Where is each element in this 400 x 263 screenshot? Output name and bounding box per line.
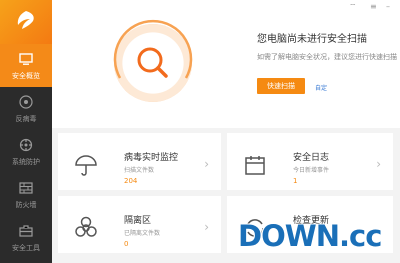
card-title: 隔离区 bbox=[124, 216, 152, 226]
card-value: 0 bbox=[124, 240, 129, 248]
wifi-icon[interactable]: ⌔ bbox=[349, 2, 357, 12]
card-value: 1 bbox=[293, 177, 298, 185]
menu-icon[interactable]: ≡ bbox=[370, 2, 377, 11]
card-label: 扫描文件数 bbox=[124, 167, 155, 174]
sidebar-item-label: 防火墙 bbox=[15, 200, 37, 209]
chevron-right-icon: › bbox=[204, 220, 209, 234]
biohazard-icon bbox=[75, 216, 97, 237]
status-title: 您电脑尚未进行安全扫描 bbox=[257, 34, 367, 45]
sidebar-item-label: 安全工具 bbox=[12, 243, 40, 252]
card-quarantine[interactable]: 隔离区 已隔离文件数 0 › bbox=[58, 196, 221, 253]
card-label: 今日新增事件 bbox=[293, 167, 330, 174]
watermark: DOWN.cc bbox=[238, 216, 382, 256]
firewall-icon bbox=[19, 181, 33, 194]
status-panel: 您电脑尚未进行安全扫描 如需了解电脑安全状况，建议您进行快速扫描 快速扫描 自定 bbox=[52, 0, 400, 128]
sidebar-item-label: 系统防护 bbox=[12, 157, 40, 166]
custom-scan-link[interactable]: 自定 bbox=[315, 83, 327, 92]
card-realtime-monitor[interactable]: 病毒实时监控 扫描文件数 204 › bbox=[58, 133, 221, 190]
card-label: 已隔离文件数 bbox=[124, 230, 161, 237]
monitor-icon bbox=[19, 52, 33, 65]
status-subtitle: 如需了解电脑安全状况，建议您进行快速扫描 bbox=[257, 53, 397, 61]
chevron-right-icon: › bbox=[204, 157, 209, 171]
logo-icon bbox=[17, 11, 34, 29]
card-security-log[interactable]: 安全日志 今日新增事件 1 › bbox=[227, 133, 393, 190]
sidebar-item-firewall[interactable]: 防火墙 bbox=[0, 173, 52, 216]
sidebar-item-overview[interactable]: 安全概览 bbox=[0, 44, 52, 87]
antivirus-icon bbox=[19, 94, 33, 109]
sidebar-item-system-protection[interactable]: 系统防护 bbox=[0, 130, 52, 173]
card-title: 病毒实时监控 bbox=[124, 153, 179, 163]
watermark-text: DOWN.cc bbox=[238, 219, 382, 253]
sidebar-item-label: 安全概览 bbox=[12, 71, 40, 80]
toolbox-icon bbox=[19, 224, 33, 237]
sidebar-item-antivirus[interactable]: 反病毒 bbox=[0, 87, 52, 130]
app-logo bbox=[0, 0, 52, 44]
card-value: 204 bbox=[124, 177, 138, 185]
sidebar-item-label: 反病毒 bbox=[15, 114, 37, 123]
minimize-icon[interactable]: – bbox=[386, 2, 390, 11]
quick-scan-button[interactable]: 快速扫描 bbox=[257, 78, 305, 94]
card-title: 安全日志 bbox=[293, 153, 330, 163]
calendar-icon bbox=[245, 156, 265, 175]
scan-status-graphic bbox=[113, 19, 193, 79]
system-protection-icon bbox=[19, 138, 33, 151]
sidebar: 安全概览 反病毒 系统防护 防火墙 安全工具 bbox=[0, 0, 52, 263]
umbrella-icon bbox=[75, 155, 97, 176]
title-bar: ⌔ ≡ – × bbox=[52, 0, 400, 14]
sidebar-item-tools[interactable]: 安全工具 bbox=[0, 216, 52, 259]
chevron-right-icon: › bbox=[376, 157, 381, 171]
